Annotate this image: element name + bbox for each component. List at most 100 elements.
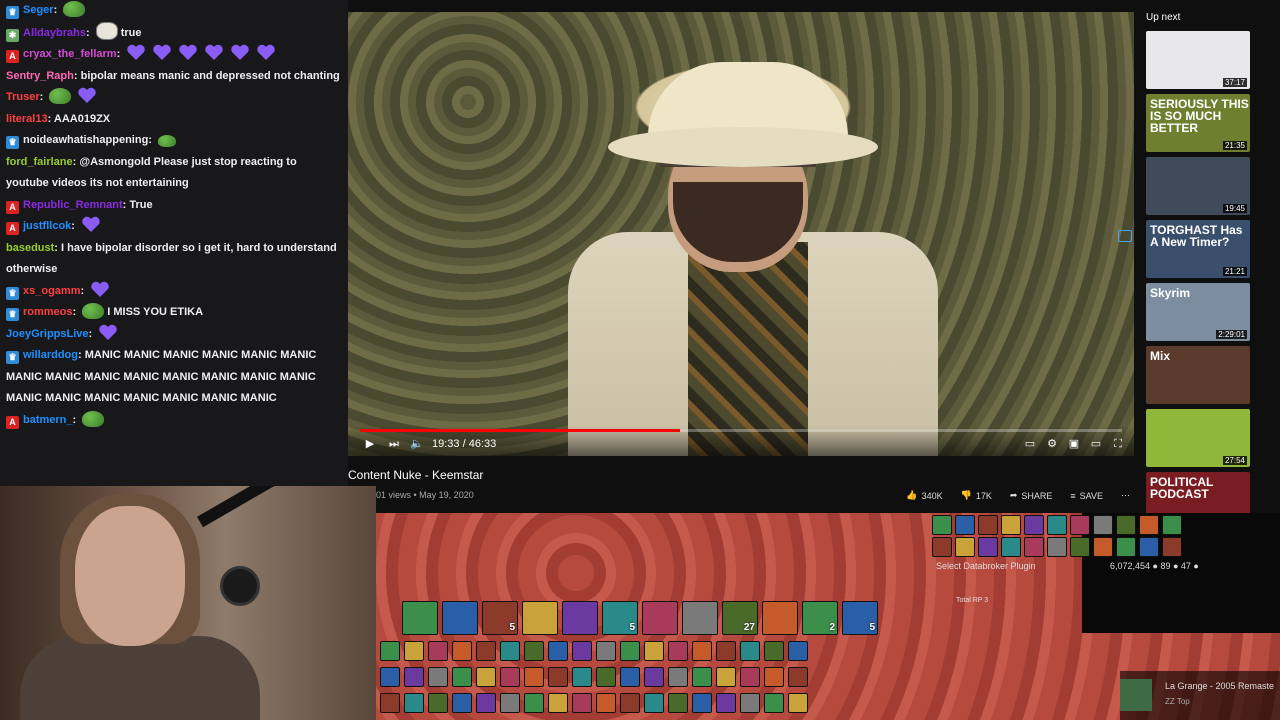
- up-next-thumbnail[interactable]: Skyrim 2:29:01: [1146, 283, 1250, 341]
- action-slot-small[interactable]: [452, 693, 472, 713]
- action-slot-small[interactable]: [572, 641, 592, 661]
- up-next-thumbnail[interactable]: 37:17: [1146, 31, 1250, 89]
- action-slot-small[interactable]: [428, 667, 448, 687]
- action-slot-small[interactable]: [380, 693, 400, 713]
- chat-username[interactable]: Truser: [6, 91, 40, 103]
- bag-slot[interactable]: [1162, 515, 1182, 535]
- chat-username[interactable]: ford_fairlane: [6, 156, 73, 168]
- bag-slot[interactable]: [1070, 537, 1090, 557]
- chat-username[interactable]: Sentry_Raph: [6, 70, 74, 82]
- action-slot-small[interactable]: [668, 667, 688, 687]
- chat-username[interactable]: batmern_: [23, 414, 73, 426]
- action-slot-small[interactable]: [596, 693, 616, 713]
- action-slot[interactable]: [442, 601, 478, 635]
- bag-slot[interactable]: [1093, 515, 1113, 535]
- action-slot-small[interactable]: [500, 641, 520, 661]
- volume-icon[interactable]: 🔈: [410, 438, 424, 450]
- action-slot-small[interactable]: [476, 693, 496, 713]
- action-slot-small[interactable]: [524, 693, 544, 713]
- action-slot-small[interactable]: [452, 641, 472, 661]
- action-slot-small[interactable]: [548, 693, 568, 713]
- action-slot-small[interactable]: [596, 641, 616, 661]
- bag-slot[interactable]: [1139, 515, 1159, 535]
- action-slot-small[interactable]: [644, 641, 664, 661]
- action-slot-small[interactable]: [764, 693, 784, 713]
- action-slot-small[interactable]: [788, 667, 808, 687]
- chat-username[interactable]: JoeyGrippsLive: [6, 328, 89, 340]
- up-next-thumbnail[interactable]: Mix: [1146, 346, 1250, 404]
- action-slot-small[interactable]: [764, 641, 784, 661]
- action-slot[interactable]: [682, 601, 718, 635]
- bag-slot[interactable]: [1024, 537, 1044, 557]
- bag-slot[interactable]: [932, 537, 952, 557]
- like-button[interactable]: 👍 340K: [906, 490, 942, 501]
- captions-icon[interactable]: ▭: [1024, 438, 1036, 450]
- bag-slot[interactable]: [1116, 515, 1136, 535]
- chat-username[interactable]: noideawhatishappening: [23, 134, 148, 146]
- up-next-thumbnail[interactable]: 19:45: [1146, 157, 1250, 215]
- databroker-label[interactable]: Select Databroker Plugin: [936, 561, 1036, 571]
- progress-bar[interactable]: [360, 429, 1122, 432]
- action-slot-small[interactable]: [716, 693, 736, 713]
- action-slot[interactable]: 2: [802, 601, 838, 635]
- bag-slot[interactable]: [1047, 515, 1067, 535]
- action-slot-small[interactable]: [404, 667, 424, 687]
- action-slot-small[interactable]: [596, 667, 616, 687]
- chat-username[interactable]: rommeos: [23, 306, 73, 318]
- action-slot-small[interactable]: [620, 641, 640, 661]
- action-slot-small[interactable]: [500, 693, 520, 713]
- action-slot-small[interactable]: [572, 667, 592, 687]
- bag-slot[interactable]: [1139, 537, 1159, 557]
- chat-username[interactable]: justfllcok: [23, 220, 71, 232]
- theater-icon[interactable]: ▭: [1090, 438, 1102, 450]
- action-slot-small[interactable]: [548, 641, 568, 661]
- action-slot[interactable]: [402, 601, 438, 635]
- action-slot-small[interactable]: [740, 667, 760, 687]
- bag-slot[interactable]: [932, 515, 952, 535]
- action-slot-small[interactable]: [428, 693, 448, 713]
- chat-username[interactable]: Seger: [23, 4, 54, 16]
- chat-username[interactable]: xs_ogamm: [23, 285, 80, 297]
- action-slot-small[interactable]: [500, 667, 520, 687]
- bag-slot[interactable]: [1001, 515, 1021, 535]
- up-next-thumbnail[interactable]: 27:54: [1146, 409, 1250, 467]
- chat-username[interactable]: literal13: [6, 113, 48, 125]
- action-slot-small[interactable]: [404, 641, 424, 661]
- action-slot-small[interactable]: [428, 641, 448, 661]
- bag-slot[interactable]: [978, 515, 998, 535]
- save-button[interactable]: ≡ SAVE: [1070, 490, 1103, 501]
- action-slot-small[interactable]: [476, 667, 496, 687]
- action-slot[interactable]: 5: [602, 601, 638, 635]
- action-slot[interactable]: [762, 601, 798, 635]
- action-slot-small[interactable]: [548, 667, 568, 687]
- bag-slot[interactable]: [955, 537, 975, 557]
- bag-slot[interactable]: [1024, 515, 1044, 535]
- share-button[interactable]: ➦ SHARE: [1010, 490, 1053, 501]
- bag-slot[interactable]: [1093, 537, 1113, 557]
- dislike-button[interactable]: 👎 17K: [961, 490, 992, 501]
- bag-slot[interactable]: [1001, 537, 1021, 557]
- up-next-thumbnail[interactable]: SERIOUSLY THIS IS SO MUCH BETTER 21:35: [1146, 94, 1250, 152]
- bag-slot[interactable]: [1116, 537, 1136, 557]
- bag-slot[interactable]: [1070, 515, 1090, 535]
- chat-username[interactable]: basedust: [6, 242, 54, 254]
- action-slot[interactable]: [522, 601, 558, 635]
- action-slot-small[interactable]: [620, 693, 640, 713]
- action-slot-small[interactable]: [524, 667, 544, 687]
- play-icon[interactable]: ▶: [364, 438, 376, 450]
- action-slot[interactable]: [642, 601, 678, 635]
- action-slot-small[interactable]: [620, 667, 640, 687]
- action-slot-small[interactable]: [788, 641, 808, 661]
- action-slot-small[interactable]: [716, 641, 736, 661]
- action-slot-small[interactable]: [572, 693, 592, 713]
- action-slot-small[interactable]: [740, 693, 760, 713]
- fullscreen-icon[interactable]: ⛶: [1112, 438, 1124, 450]
- gear-icon[interactable]: ⚙: [1046, 438, 1058, 450]
- chat-username[interactable]: Republic_Remnant: [23, 199, 123, 211]
- action-slot-small[interactable]: [764, 667, 784, 687]
- bag-slot[interactable]: [1047, 537, 1067, 557]
- cast-icon[interactable]: [1118, 230, 1132, 242]
- action-slot-small[interactable]: [524, 641, 544, 661]
- chat-username[interactable]: willarddog: [23, 349, 78, 361]
- bag-slot[interactable]: [978, 537, 998, 557]
